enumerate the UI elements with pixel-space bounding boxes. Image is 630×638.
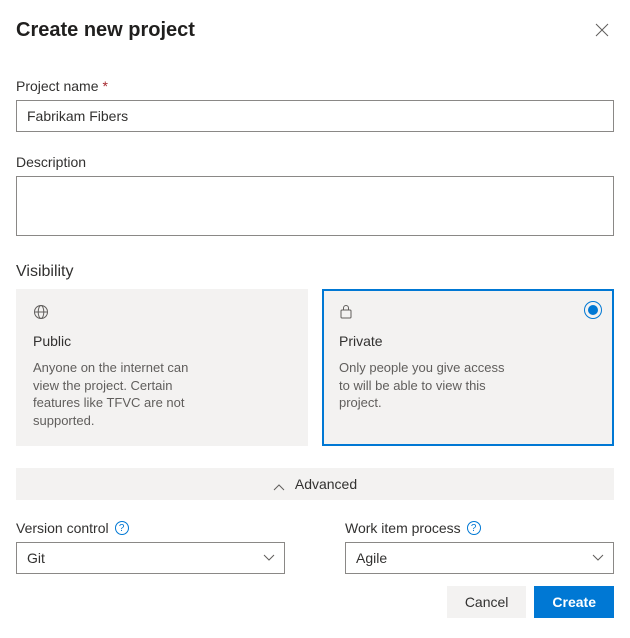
- work-item-process-label: Work item process ?: [345, 520, 614, 536]
- work-item-process-value: Agile: [356, 550, 387, 566]
- dialog-footer: Cancel Create: [447, 586, 614, 618]
- visibility-card-public[interactable]: Public Anyone on the internet can view t…: [16, 289, 308, 446]
- dialog-header: Create new project: [16, 18, 614, 42]
- advanced-label: Advanced: [295, 476, 357, 492]
- radio-selected-icon: [584, 301, 602, 319]
- project-name-input[interactable]: [16, 100, 614, 132]
- version-control-label: Version control ?: [16, 520, 285, 536]
- project-name-label-text: Project name: [16, 78, 98, 94]
- version-control-value: Git: [27, 550, 45, 566]
- private-desc: Only people you give access to will be a…: [339, 359, 514, 412]
- globe-icon: [33, 304, 291, 325]
- visibility-options: Public Anyone on the internet can view t…: [16, 289, 614, 446]
- project-name-field: Project name *: [16, 78, 614, 132]
- advanced-toggle[interactable]: Advanced: [16, 468, 614, 500]
- visibility-card-private[interactable]: Private Only people you give access to w…: [322, 289, 614, 446]
- required-asterisk: *: [102, 78, 107, 94]
- private-title: Private: [339, 333, 597, 349]
- dialog-title: Create new project: [16, 19, 195, 42]
- description-label: Description: [16, 154, 614, 170]
- lock-icon: [339, 304, 597, 325]
- work-item-process-label-text: Work item process: [345, 520, 461, 536]
- version-control-label-text: Version control: [16, 520, 109, 536]
- info-icon[interactable]: ?: [115, 521, 129, 535]
- advanced-section: Version control ? Git Work item process …: [16, 520, 614, 574]
- version-control-field: Version control ? Git: [16, 520, 285, 574]
- work-item-process-field: Work item process ? Agile: [345, 520, 614, 574]
- work-item-process-select[interactable]: Agile: [345, 542, 614, 574]
- project-name-label: Project name *: [16, 78, 614, 94]
- info-icon[interactable]: ?: [467, 521, 481, 535]
- visibility-section: Visibility Public Anyone on the internet…: [16, 263, 614, 446]
- version-control-select[interactable]: Git: [16, 542, 285, 574]
- visibility-label: Visibility: [16, 263, 614, 281]
- description-input[interactable]: [16, 176, 614, 236]
- public-desc: Anyone on the internet can view the proj…: [33, 359, 208, 429]
- description-field: Description: [16, 154, 614, 241]
- close-icon: [595, 23, 609, 37]
- create-button[interactable]: Create: [534, 586, 614, 618]
- chevron-up-icon: [273, 479, 283, 489]
- close-button[interactable]: [590, 18, 614, 42]
- cancel-button[interactable]: Cancel: [447, 586, 527, 618]
- public-title: Public: [33, 333, 291, 349]
